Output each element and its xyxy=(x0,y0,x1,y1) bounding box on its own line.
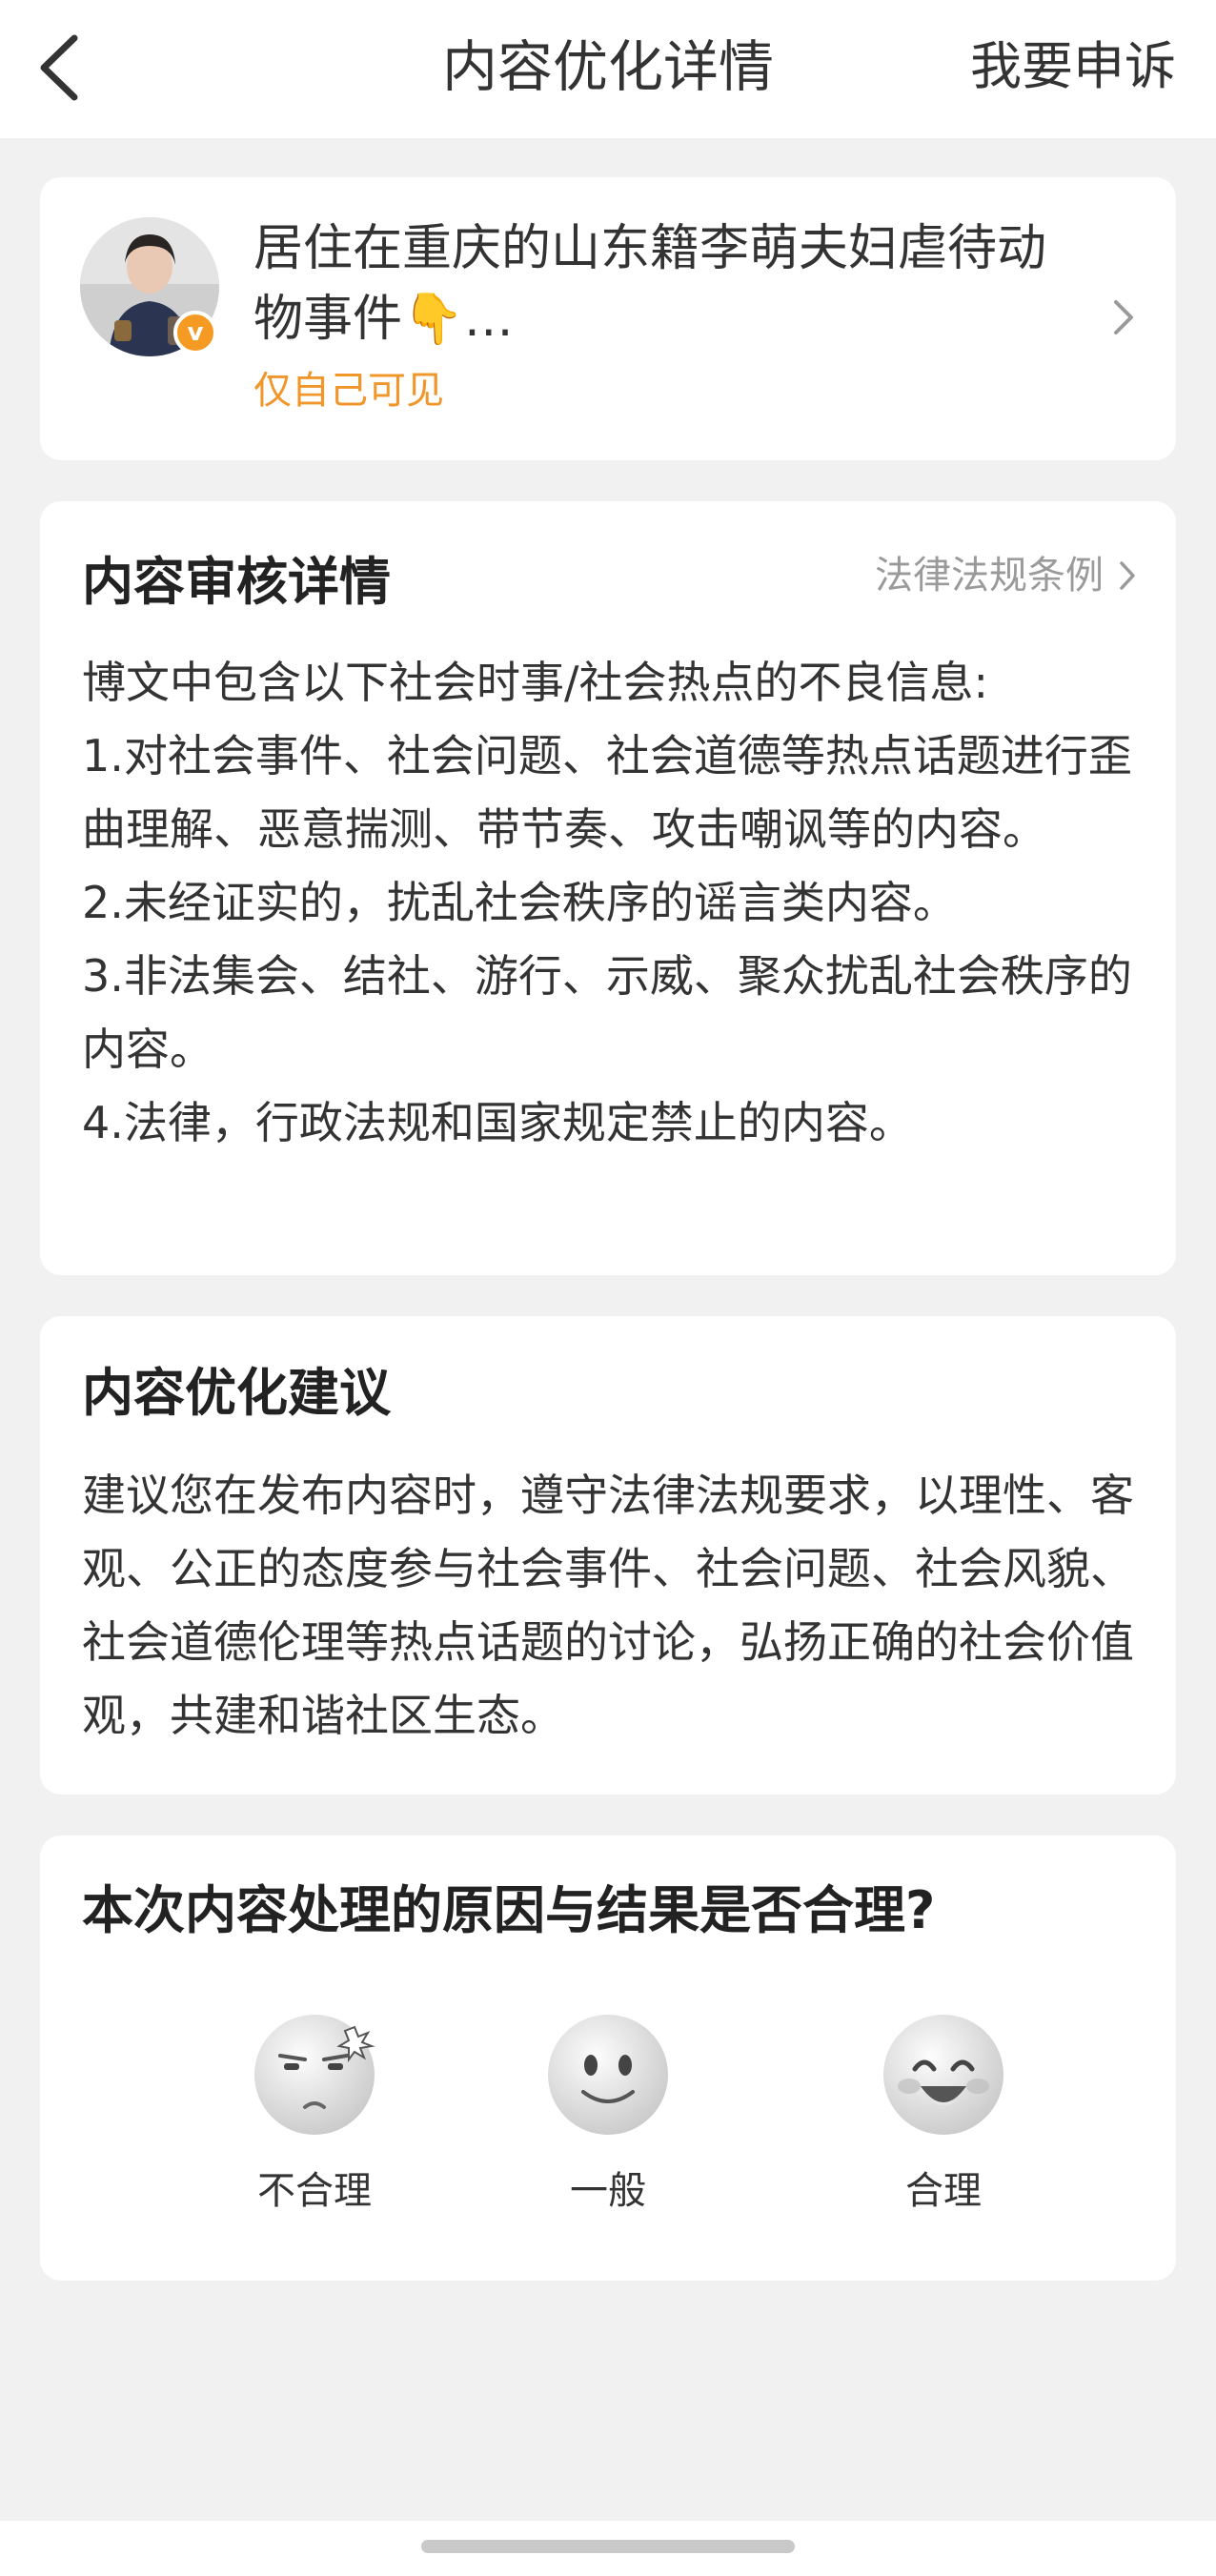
neutral-face-icon xyxy=(548,2015,668,2135)
review-line: 4.法律，行政法规和国家规定禁止的内容。 xyxy=(82,1097,913,1148)
verified-badge: v xyxy=(173,311,217,355)
feedback-option-label: 不合理 xyxy=(257,2169,372,2213)
review-line: 2.未经证实的，扰乱社会秩序的谣言类内容。 xyxy=(82,877,957,928)
review-line: 博文中包含以下社会时事/社会热点的不良信息: xyxy=(82,657,988,708)
visibility-status: 仅自己可见 xyxy=(253,369,444,413)
review-section-title: 内容审核详情 xyxy=(82,552,391,612)
feedback-option-label: 合理 xyxy=(905,2169,982,2213)
top-nav-bar: 内容优化详情 我要申诉 xyxy=(0,0,1216,138)
home-indicator[interactable] xyxy=(421,2540,795,2553)
appeal-button[interactable]: 我要申诉 xyxy=(970,32,1176,101)
feedback-card: 本次内容处理的原因与结果是否合理? 不合理 一般 合理 xyxy=(40,1836,1176,2281)
feedback-question: 本次内容处理的原因与结果是否合理? xyxy=(82,1880,936,1940)
feedback-unreasonable-button[interactable]: 不合理 xyxy=(210,2012,419,2218)
review-details-card: 内容审核详情 法律法规条例 博文中包含以下社会时事/社会热点的不良信息: 1.对… xyxy=(40,501,1176,1275)
angry-face-icon xyxy=(254,2015,375,2135)
review-line: 1.对社会事件、社会问题、社会道德等热点话题进行歪曲理解、恶意揣测、带节奏、攻击… xyxy=(82,730,1132,855)
law-link-label: 法律法规条例 xyxy=(875,554,1104,598)
law-regulations-link[interactable]: 法律法规条例 xyxy=(875,549,1138,602)
post-title[interactable]: 居住在重庆的山东籍李萌夫妇虐待动物事件👇… xyxy=(253,213,1064,355)
optimization-advice-card: 内容优化建议 建议您在发布内容时，遵守法律法规要求，以理性、客观、公正的态度参与… xyxy=(40,1316,1176,1795)
happy-face-icon xyxy=(883,2015,1003,2135)
feedback-option-label: 一般 xyxy=(570,2169,646,2213)
bottom-bar xyxy=(0,2521,1216,2576)
post-card[interactable]: v 居住在重庆的山东籍李萌夫妇虐待动物事件👇… 仅自己可见 xyxy=(40,177,1176,460)
review-reasons: 博文中包含以下社会时事/社会热点的不良信息: 1.对社会事件、社会问题、社会道德… xyxy=(82,646,1140,1160)
chevron-right-icon xyxy=(1114,300,1133,335)
chevron-right-icon xyxy=(1120,561,1135,590)
advice-section-title: 内容优化建议 xyxy=(82,1363,391,1423)
feedback-reasonable-button[interactable]: 合理 xyxy=(839,2012,1048,2218)
feedback-neutral-button[interactable]: 一般 xyxy=(503,2012,713,2218)
review-line: 3.非法集会、结社、游行、示威、聚众扰乱社会秩序的内容。 xyxy=(82,950,1132,1075)
advice-text: 建议您在发布内容时，遵守法律法规要求，以理性、客观、公正的态度参与社会事件、社会… xyxy=(82,1470,1134,1741)
